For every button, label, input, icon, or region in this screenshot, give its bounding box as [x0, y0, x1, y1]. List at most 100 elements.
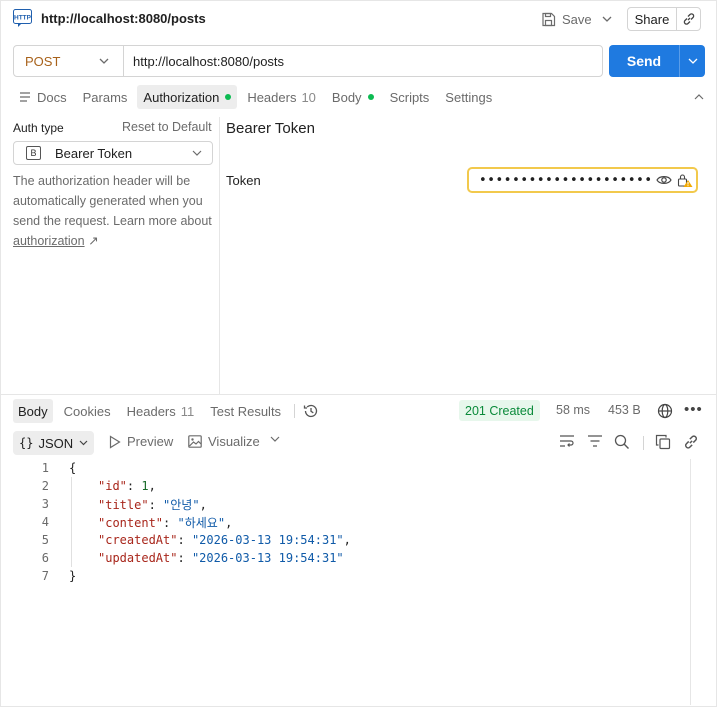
image-icon: [188, 435, 202, 448]
response-tab-headers[interactable]: Headers 11: [122, 399, 200, 423]
json-key: "id": [98, 479, 127, 493]
response-tab-cookies[interactable]: Cookies: [59, 399, 116, 423]
search-icon[interactable]: [614, 434, 630, 450]
divider: [643, 436, 644, 450]
response-tab-cookies-label: Cookies: [63, 403, 111, 419]
send-button[interactable]: Send: [609, 45, 679, 77]
svg-text:HTTP: HTTP: [14, 15, 32, 22]
json-value: "하세요": [177, 515, 226, 530]
play-icon: [109, 434, 121, 449]
copy-icon[interactable]: [655, 434, 671, 450]
json-value: "2026-03-13 19:54:31": [191, 533, 344, 547]
status-dot: [225, 94, 232, 100]
tab-body[interactable]: Body: [326, 85, 380, 109]
wrap-lines-icon[interactable]: [559, 434, 575, 448]
response-tab-headers-label: Headers: [126, 403, 176, 419]
link-icon[interactable]: [683, 434, 699, 450]
url-input[interactable]: [124, 46, 602, 76]
divider: [0, 394, 717, 395]
tab-body-label: Body: [331, 89, 362, 105]
preview-label: Preview: [127, 434, 174, 449]
line-number: 3: [41, 497, 49, 511]
preview-button[interactable]: Preview: [109, 434, 173, 449]
tab-authorization-label: Authorization: [143, 89, 220, 105]
send-options-button[interactable]: [679, 45, 705, 77]
tab-params-label: Params: [82, 89, 128, 105]
code-line: 3 "title": "안녕",: [0, 495, 690, 513]
format-select[interactable]: {} JSON: [13, 431, 94, 455]
request-tabs: Docs Params Authorization Headers 10 Body…: [13, 85, 502, 109]
response-time[interactable]: 58 ms: [556, 403, 590, 417]
authorization-docs-link[interactable]: authorization: [13, 234, 85, 248]
json-key: "updatedAt": [98, 551, 178, 565]
response-tab-body[interactable]: Body: [13, 399, 53, 423]
code-line: 7 }: [0, 567, 690, 585]
top-bar: HTTP http://localhost:8080/posts Save Sh…: [0, 0, 717, 38]
save-icon: [542, 12, 556, 26]
line-number: 1: [41, 461, 49, 475]
json-key: "title": [98, 497, 149, 512]
method-select[interactable]: POST: [14, 46, 124, 76]
save-options-button[interactable]: [597, 9, 617, 29]
tab-docs[interactable]: Docs: [13, 85, 73, 109]
code-line: 6 "updatedAt": "2026-03-13 19:54:31": [0, 549, 690, 567]
response-tab-body-label: Body: [18, 403, 48, 419]
status-dot: [367, 94, 374, 100]
share-button[interactable]: Share: [628, 8, 677, 30]
auth-description: The authorization header will be automat…: [13, 171, 215, 251]
headers-count: 10: [301, 89, 316, 105]
auth-type-label: Auth type: [13, 121, 64, 135]
divider: [294, 404, 296, 418]
filter-icon[interactable]: [587, 434, 603, 448]
tab-scripts[interactable]: Scripts: [384, 85, 436, 109]
tab-authorization[interactable]: Authorization: [137, 85, 238, 109]
lock-warning-icon[interactable]: [674, 173, 696, 188]
response-headers-count: 11: [180, 403, 195, 419]
copy-link-button[interactable]: [677, 8, 700, 30]
line-number: 7: [41, 569, 49, 583]
bearer-icon: B: [26, 146, 41, 160]
response-tab-test-results[interactable]: Test Results: [205, 399, 286, 423]
response-size[interactable]: 453 B: [608, 403, 641, 417]
line-number: 5: [41, 533, 49, 547]
send-group: Send: [609, 45, 705, 77]
more-options-icon[interactable]: •••: [684, 401, 703, 418]
auth-type-value: Bearer Token: [55, 145, 133, 161]
tab-settings-label: Settings: [445, 89, 493, 105]
auth-type-select[interactable]: B Bearer Token: [13, 141, 213, 165]
response-tabs: Body Cookies Headers 11 Test Results: [13, 399, 319, 423]
request-title[interactable]: http://localhost:8080/posts: [41, 11, 206, 26]
save-label: Save: [562, 11, 592, 27]
indent-guide: [71, 477, 72, 567]
line-number: 6: [41, 551, 49, 565]
line-number: 4: [41, 515, 49, 529]
chevron-down-icon: [688, 58, 697, 64]
save-button[interactable]: Save: [541, 9, 592, 29]
status-badge[interactable]: 201 Created: [459, 400, 540, 421]
tab-settings[interactable]: Settings: [439, 85, 498, 109]
auth-panel-title: Bearer Token: [226, 120, 315, 137]
code-text: {: [69, 461, 77, 475]
chevron-up-icon[interactable]: [694, 94, 704, 100]
code-text: "id": 1,: [98, 479, 156, 493]
code-line: 2 "id": 1,: [0, 477, 690, 495]
globe-icon[interactable]: [657, 403, 673, 419]
tab-params[interactable]: Params: [77, 85, 134, 109]
token-input[interactable]: ••••••••••••••••••••••••••: [467, 167, 698, 193]
code-text: "title": "안녕",: [98, 497, 207, 512]
visualize-button[interactable]: Visualize: [188, 434, 260, 449]
braces-icon: {}: [19, 436, 34, 450]
tab-scripts-label: Scripts: [389, 89, 430, 105]
code-text: "updatedAt": "2026-03-13 19:54:31": [98, 551, 344, 565]
response-body-viewer[interactable]: 1 { 2 "id": 1, 3 "title": "안녕", 4 "conte…: [0, 459, 690, 705]
chevron-down-icon[interactable]: [270, 436, 280, 442]
eye-icon[interactable]: [654, 174, 674, 186]
http-icon: HTTP: [13, 9, 32, 27]
token-value[interactable]: ••••••••••••••••••••••••••: [479, 173, 654, 188]
auth-description-text: The authorization header will be automat…: [13, 174, 212, 228]
history-icon[interactable]: [303, 403, 319, 419]
token-label: Token: [226, 173, 261, 188]
scrollbar[interactable]: [690, 459, 691, 705]
reset-to-default-link[interactable]: Reset to Default: [122, 120, 212, 134]
tab-headers[interactable]: Headers 10: [241, 85, 322, 109]
